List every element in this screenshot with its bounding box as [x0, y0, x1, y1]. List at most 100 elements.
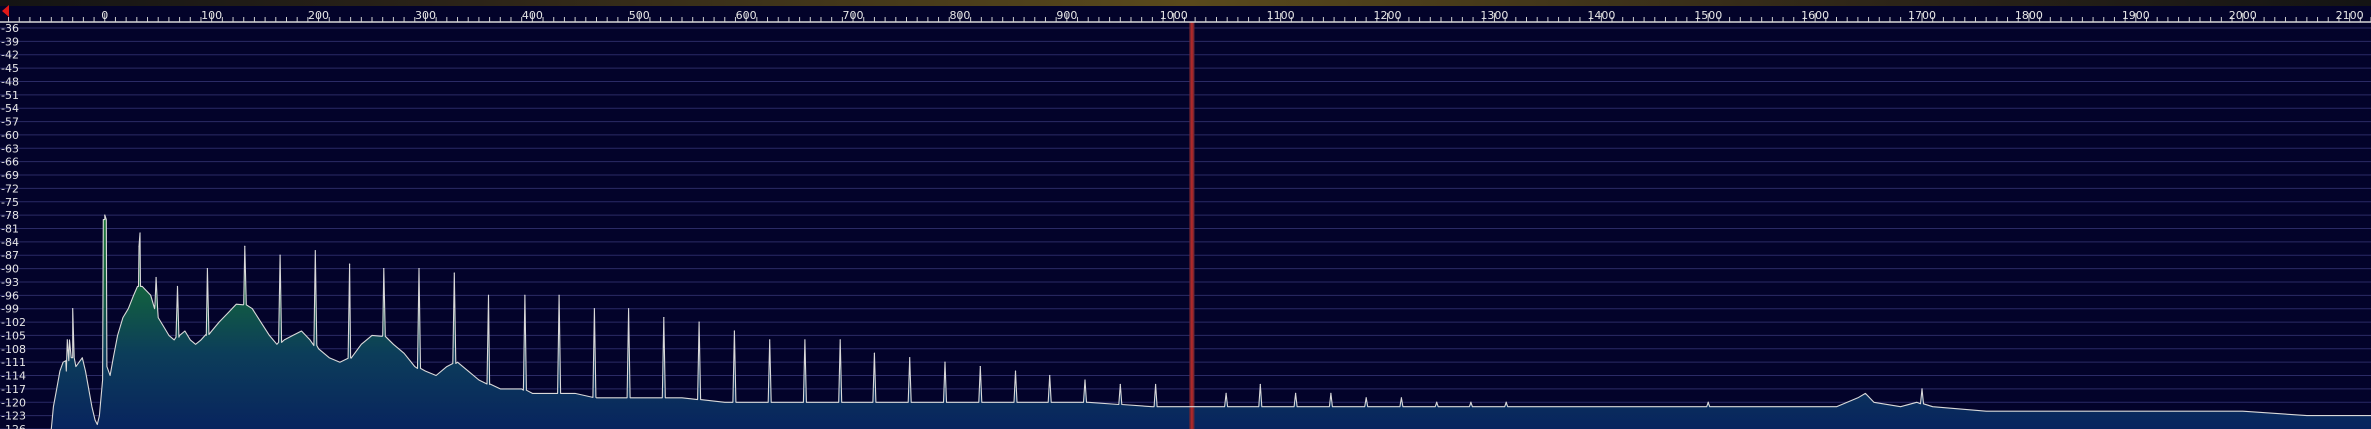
spectrum-peak	[1259, 383, 1261, 386]
spectrum-peak	[1707, 401, 1709, 403]
y-tick-label: -51	[1, 89, 19, 102]
y-tick-label: -72	[1, 182, 19, 195]
spectrum-peak	[72, 308, 74, 310]
spectrum-peak	[176, 285, 179, 288]
spectrum-peak	[1921, 388, 1923, 390]
x-tick-label: 1600	[1801, 9, 1829, 22]
spectrum-peak	[698, 321, 700, 323]
y-tick-label: -114	[1, 370, 26, 383]
y-tick-label: -84	[1, 236, 19, 249]
y-tick-label: -63	[1, 142, 19, 155]
y-tick-label: -123	[1, 410, 26, 423]
spectrum-peak	[1119, 383, 1121, 386]
y-tick-label: -39	[1, 35, 19, 48]
spectrum-analyzer: 0 100 200 300 400 500 600 700 800 900 1000 1100 1200…	[0, 0, 2371, 429]
y-tick-label: -96	[1, 289, 19, 302]
y-tick-label: -99	[1, 303, 19, 316]
spectrum-peak	[155, 276, 157, 279]
spectrum-peak	[1470, 401, 1472, 403]
spectrum-peak	[139, 232, 141, 234]
x-tick-label: 1200	[1374, 9, 1402, 22]
spectrum-peak	[1154, 383, 1157, 386]
spectrum-peak	[909, 357, 911, 359]
x-tick-label: 2000	[2229, 9, 2257, 22]
y-tick-label: -57	[1, 116, 19, 129]
spectrum-peak	[804, 339, 806, 341]
spectrum-plot[interactable]: 0 100 200 300 400 500 600 700 800 900 1000 1100 1200…	[0, 0, 2371, 429]
x-tick-label: 1400	[1587, 9, 1615, 22]
spectrum-peak	[558, 294, 560, 296]
x-tick-label: 100	[201, 9, 222, 22]
y-tick-label: -108	[1, 343, 26, 356]
y-tick-label: -36	[1, 22, 19, 35]
y-tick-label: -87	[1, 249, 19, 262]
y-tick-label: -90	[1, 263, 19, 276]
x-tick-label: 700	[843, 9, 864, 22]
x-tick-label: 900	[1056, 9, 1077, 22]
spectrum-peak	[418, 268, 420, 270]
x-tick-label: 2100	[2336, 9, 2364, 22]
spectrum-peak	[1295, 392, 1297, 394]
x-axis: 0 100 200 300 400 500 600 700 800 900 1000 1100 1200…	[0, 9, 2371, 23]
spectrum-peak	[769, 339, 771, 341]
plot-area	[50, 22, 2371, 429]
y-tick-label: -93	[1, 276, 19, 289]
spectrum-peak	[733, 330, 735, 332]
spectrum-peak	[593, 308, 595, 310]
x-tick-label: 300	[415, 9, 436, 22]
spectrum-peak	[383, 268, 385, 270]
spectrum-peak	[524, 294, 526, 296]
x-tick-label: 800	[949, 9, 970, 22]
spectrum-peak	[1049, 374, 1051, 377]
y-tick-label: -45	[1, 62, 19, 75]
spectrum-peak	[873, 352, 876, 354]
y-tick-label: -102	[1, 316, 26, 329]
x-tick-label: 500	[629, 9, 650, 22]
x-tick-label: 1100	[1267, 9, 1295, 22]
spectrum-peak	[1330, 392, 1332, 394]
x-tick-label: 0	[101, 9, 108, 22]
spectrum-peak	[663, 317, 665, 319]
x-tick-label: 1500	[1694, 9, 1722, 22]
spectrum-peak	[453, 272, 455, 274]
spectrum-peak	[979, 366, 981, 368]
spectrum-peak	[206, 268, 208, 270]
y-tick-label: -117	[1, 383, 26, 396]
x-tick-label: 400	[522, 9, 543, 22]
y-axis: -36-39-42-45-48-51-54-57-60-63-66-69-72-…	[1, 22, 26, 429]
y-tick-label: -66	[1, 156, 19, 169]
y-tick-label: -42	[1, 49, 19, 62]
x-tick-label: 1000	[1160, 9, 1188, 22]
spectrum-peak	[839, 339, 841, 341]
spectrum-peak	[1014, 370, 1017, 372]
y-tick-label: -105	[1, 329, 26, 342]
x-tick-label: 1900	[2122, 9, 2150, 22]
spectrum-peak	[1400, 397, 1403, 399]
spectrum-peak	[138, 245, 140, 247]
spectrum-peak	[1436, 401, 1438, 403]
spectrum-peak	[104, 214, 106, 216]
x-tick-label: 1800	[2015, 9, 2043, 22]
spectrum-peak	[627, 308, 630, 310]
x-tick-label: 1700	[1908, 9, 1936, 22]
x-tick-label: 200	[308, 9, 329, 22]
spectrum-peak	[487, 294, 490, 296]
y-tick-label: -111	[1, 356, 26, 369]
x-tick-label: 600	[736, 9, 757, 22]
spectrum-peak	[1365, 397, 1367, 399]
y-tick-label: -69	[1, 169, 19, 182]
x-tick-label: 1300	[1480, 9, 1508, 22]
spectrum-peak	[944, 361, 946, 363]
spectrum-peak	[66, 339, 68, 341]
spectrum-peak	[244, 245, 246, 247]
y-tick-label: -48	[1, 75, 19, 88]
y-tick-label: -60	[1, 129, 19, 142]
spectrum-peak	[348, 263, 351, 265]
y-tick-label: -81	[1, 223, 19, 236]
y-tick-label: -120	[1, 396, 26, 409]
spectrum-peak	[1505, 401, 1507, 403]
y-tick-label: -75	[1, 196, 19, 209]
spectrum-peak	[279, 254, 281, 256]
spectrum-peak	[1225, 392, 1227, 394]
y-tick-label: -54	[1, 102, 19, 115]
